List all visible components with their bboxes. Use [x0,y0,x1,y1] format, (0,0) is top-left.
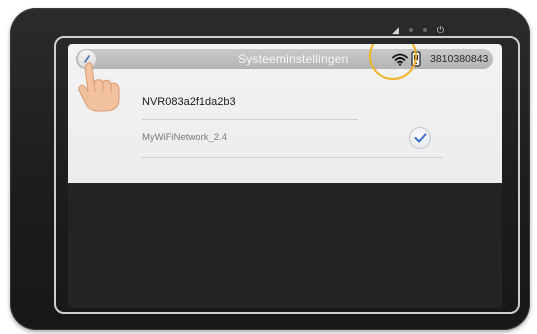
signal-icon: ◢ [392,25,399,35]
status-indicators: ◢ ⏻ [392,23,462,37]
page-title: Systeeminstellingen [238,52,349,66]
dot-icon [422,28,427,32]
network-name[interactable]: MyWiFiNetwork_2.4 [142,132,227,143]
highlight-circle [369,44,417,80]
divider [142,157,442,158]
dot-icon [408,28,413,32]
network-selected-check[interactable] [409,127,431,149]
screen: Systeeminstellingen 3810380843 NVR083a2f… [68,44,502,308]
divider [142,119,358,120]
checkmark-icon [414,133,427,143]
power-icon[interactable]: ⏻ [437,25,444,35]
device-id: 3810380843 [430,53,489,65]
pointing-hand-icon [78,62,120,112]
device-name: NVR083a2f1da2b3 [142,96,236,108]
settings-panel: Systeeminstellingen 3810380843 NVR083a2f… [68,44,502,183]
header-bar: Systeeminstellingen 3810380843 [76,49,493,69]
